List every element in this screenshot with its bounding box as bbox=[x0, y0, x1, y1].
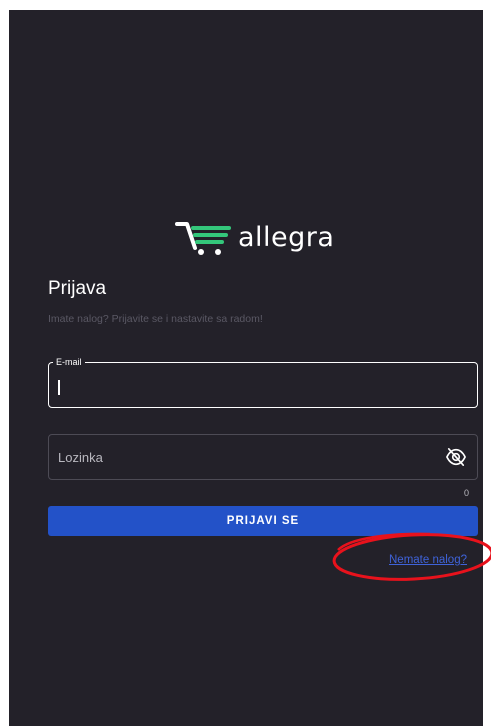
email-field-label: E-mail bbox=[53, 356, 85, 368]
email-field[interactable]: E-mail bbox=[48, 356, 478, 408]
password-field[interactable]: Lozinka bbox=[48, 434, 478, 480]
login-button[interactable]: PRIJAVI SE bbox=[48, 506, 478, 536]
eye-slash-icon[interactable] bbox=[445, 447, 467, 467]
brand-name: allegra bbox=[238, 221, 335, 253]
password-field-label: Lozinka bbox=[58, 450, 103, 465]
shopping-cart-icon bbox=[175, 222, 231, 255]
page-subtitle: Imate nalog? Prijavite se i nastavite sa… bbox=[48, 313, 263, 325]
text-cursor bbox=[58, 380, 60, 395]
page-title: Prijava bbox=[48, 278, 107, 299]
register-link[interactable]: Nemate nalog? bbox=[389, 554, 467, 566]
brand-logo: allegra bbox=[174, 218, 344, 256]
password-char-counter: 0 bbox=[464, 488, 470, 498]
login-screen: allegra Prijava Imate nalog? Prijavite s… bbox=[9, 10, 483, 726]
